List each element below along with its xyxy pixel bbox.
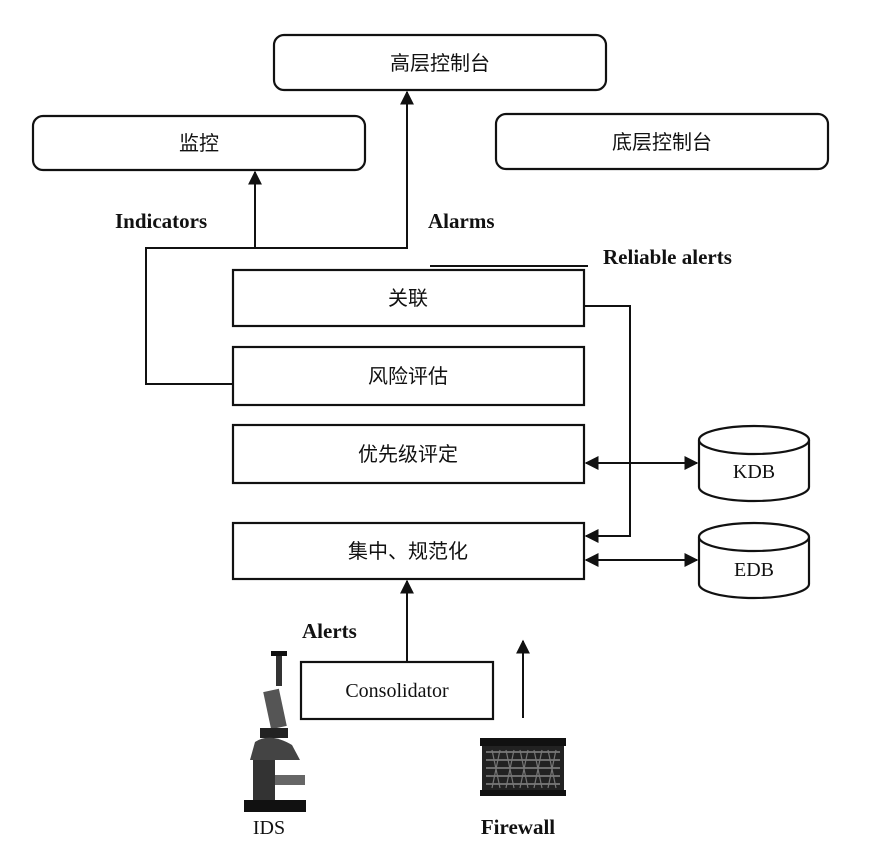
prioritization-label: 优先级评定 — [358, 442, 458, 466]
microscope-icon — [244, 651, 306, 812]
monitor-console-node: 监控 — [31, 114, 367, 172]
reliable-alerts-loop-arrow — [584, 305, 631, 543]
monitor-console-label: 监控 — [179, 131, 219, 155]
normalization-label: 集中、规范化 — [348, 539, 468, 563]
risk-assessment-node: 风险评估 — [231, 345, 586, 407]
firewall-icon — [480, 738, 566, 796]
low-level-console-node: 底层控制台 — [494, 112, 830, 171]
indicators-label: Indicators — [115, 209, 207, 233]
high-level-console-node: 高层控制台 — [272, 33, 608, 92]
low-level-console-label: 底层控制台 — [612, 130, 712, 154]
normalization-node: 集中、规范化 — [231, 521, 586, 581]
ids-label: IDS — [253, 817, 285, 839]
high-level-console-label: 高层控制台 — [390, 51, 490, 75]
kdb-label: KDB — [733, 461, 775, 483]
reliable-alerts-label: Reliable alerts — [603, 245, 732, 269]
firewall-label: Firewall — [481, 815, 555, 839]
consolidator-node: Consolidator — [299, 660, 495, 721]
edb-database-node: EDB — [697, 521, 811, 600]
alerts-label: Alerts — [302, 619, 357, 643]
correlation-node: 关联 — [231, 268, 586, 328]
alarms-label: Alarms — [428, 209, 495, 233]
architecture-diagram: 高层控制台 监控 底层控制台 Indicators Alarms Reliabl… — [31, 33, 830, 839]
consolidator-label: Consolidator — [345, 680, 449, 702]
risk-assessment-label: 风险评估 — [368, 364, 448, 388]
edb-label: EDB — [734, 559, 774, 581]
prioritization-node: 优先级评定 — [231, 423, 586, 485]
kdb-database-node: KDB — [697, 424, 811, 503]
correlation-label: 关联 — [388, 286, 428, 310]
